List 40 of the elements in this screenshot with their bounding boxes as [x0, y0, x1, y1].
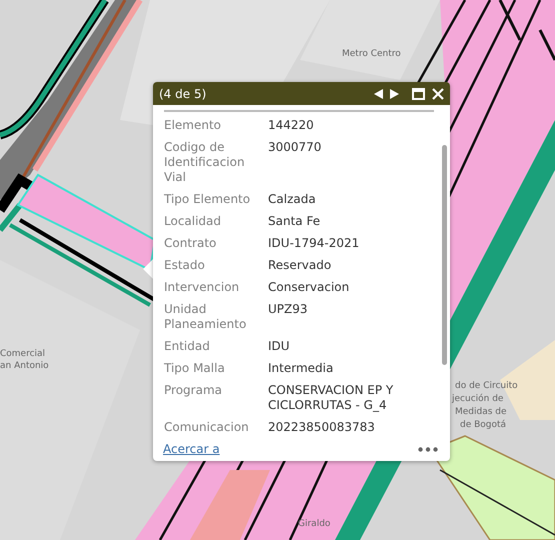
more-icon[interactable] [418, 446, 438, 452]
field-label: Estado [164, 258, 206, 273]
field-value: Reservado [268, 258, 332, 273]
field-label: Contrato [164, 236, 218, 251]
field-label: Tipo Elemento [164, 192, 252, 207]
map-label: Giraldo [298, 518, 330, 530]
field-value: Conservacion [268, 280, 350, 295]
map-label: Comercial [0, 348, 46, 360]
field-label: Comunicacion [164, 420, 250, 435]
previous-icon[interactable] [374, 88, 383, 98]
field-value: CONSERVACION EP Y CICLORRUTAS - G_4 [268, 383, 394, 413]
field-label: Localidad [164, 214, 222, 229]
popup-title: (4 de 5) [159, 86, 206, 100]
field-label: Unidad Planeamiento [164, 302, 248, 332]
field-value: Calzada [268, 192, 317, 207]
field-value: IDU [268, 339, 291, 354]
zoom-to-link[interactable]: Acercar a [163, 442, 220, 456]
field-label: Elemento [164, 118, 222, 133]
field-value: 144220 [268, 118, 315, 133]
field-value: 20223850083783 [268, 420, 376, 435]
field-value: 3000770 [268, 140, 322, 156]
map-label: Metro Centro [342, 48, 401, 60]
field-value: Santa Fe [268, 214, 322, 229]
scrollbar-thumb[interactable] [442, 145, 447, 365]
field-label: Intervencion [164, 280, 240, 295]
field-label: Programa [164, 383, 223, 399]
map-label: de Bogotá [460, 419, 506, 431]
next-icon[interactable] [390, 88, 399, 98]
field-value: Intermedia [268, 361, 334, 376]
field-label: Entidad [164, 339, 211, 354]
close-icon[interactable] [432, 88, 444, 100]
field-label: Tipo Malla [164, 361, 226, 376]
map-label: an Antonio [0, 360, 49, 372]
map-label: do de Circuito [455, 380, 518, 392]
map-label: jecución de [452, 393, 504, 405]
map-label: Medidas de [455, 406, 507, 418]
field-value: IDU-1794-2021 [268, 236, 360, 251]
maximize-icon[interactable] [412, 88, 425, 100]
field-label: Codigo de Identificacion Vial [164, 140, 246, 185]
field-value: UPZ93 [268, 302, 309, 318]
